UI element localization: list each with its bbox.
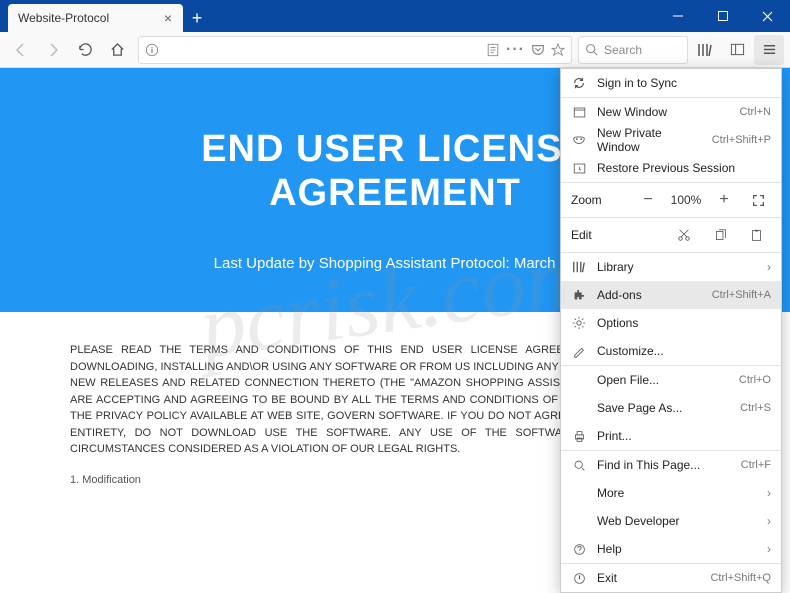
reader-icon[interactable] [486,43,500,57]
library-button[interactable] [690,35,720,65]
menu-label: Library [597,260,757,274]
app-menu-panel: Sign in to Sync New Window Ctrl+N New Pr… [560,68,782,593]
chevron-right-icon: › [767,514,771,528]
menu-label: Sign in to Sync [597,76,771,90]
sync-icon [571,75,587,91]
browser-tab[interactable]: Website-Protocol × [8,4,183,32]
menu-label: Save Page As... [597,401,730,415]
exit-icon [571,570,587,586]
paste-button[interactable] [741,222,771,248]
menu-save-page[interactable]: Save Page As... Ctrl+S [561,394,781,422]
menu-label: Options [597,316,771,330]
mask-icon [571,132,587,148]
menu-label: Add-ons [597,288,702,302]
cut-button[interactable] [669,222,699,248]
menu-zoom: Zoom − 100% + [561,183,781,217]
menu-edit: Edit [561,218,781,252]
shortcut: Ctrl+F [741,459,771,471]
chevron-right-icon: › [767,486,771,500]
shortcut: Ctrl+O [739,374,771,386]
pocket-icon[interactable] [531,43,545,57]
blank-icon [571,485,587,501]
shortcut: Ctrl+Shift+P [712,134,771,146]
help-icon [571,541,587,557]
menu-label: Help [597,542,757,556]
close-tab-icon[interactable]: × [161,11,175,25]
title-line2: AGREEMENT [269,172,521,214]
chevron-right-icon: › [767,542,771,556]
zoom-in-button[interactable]: + [711,187,737,213]
search-bar[interactable]: Search [578,36,688,64]
fullscreen-button[interactable] [745,187,771,213]
menu-new-private[interactable]: New Private Window Ctrl+Shift+P [561,126,781,154]
restore-icon [571,160,587,176]
search-icon [585,43,598,56]
menu-help[interactable]: Help › [561,535,781,563]
minimize-button[interactable] [655,0,700,32]
menu-label: More [597,486,757,500]
blank-icon [571,400,587,416]
menu-options[interactable]: Options [561,309,781,337]
search-placeholder: Search [604,43,642,57]
menu-new-window[interactable]: New Window Ctrl+N [561,98,781,126]
title-line1: END USER LICENSE [201,128,589,170]
menu-sign-in[interactable]: Sign in to Sync [561,69,781,97]
menu-restore-session[interactable]: Restore Previous Session [561,154,781,182]
menu-find[interactable]: Find in This Page... Ctrl+F [561,451,781,479]
menu-exit[interactable]: Exit Ctrl+Shift+Q [561,564,781,592]
blank-icon [571,372,587,388]
url-bar[interactable]: ··· [138,36,572,64]
gear-icon [571,315,587,331]
menu-label: Find in This Page... [597,458,731,472]
browser-toolbar: ··· Search [0,32,790,68]
search-icon [571,457,587,473]
forward-button[interactable] [38,35,68,65]
maximize-button[interactable] [700,0,745,32]
zoom-label: Zoom [571,193,627,207]
page-actions-icon[interactable]: ··· [506,41,525,59]
chevron-right-icon: › [767,260,771,274]
menu-label: Web Developer [597,514,757,528]
shortcut: Ctrl+Shift+Q [710,572,771,584]
shortcut: Ctrl+S [740,402,771,414]
window-icon [571,104,587,120]
info-icon[interactable] [145,43,159,57]
shortcut: Ctrl+Shift+A [712,289,771,301]
tab-title: Website-Protocol [18,11,161,25]
zoom-out-button[interactable]: − [635,187,661,213]
zoom-value: 100% [669,193,703,207]
copy-button[interactable] [705,222,735,248]
back-button[interactable] [6,35,36,65]
menu-label: New Private Window [597,126,702,154]
menu-label: Restore Previous Session [597,161,771,175]
menu-label: Customize... [597,344,771,358]
menu-more[interactable]: More › [561,479,781,507]
sidebar-button[interactable] [722,35,752,65]
edit-label: Edit [571,228,663,242]
shortcut: Ctrl+N [740,106,771,118]
window-titlebar: Website-Protocol × + [0,0,790,32]
menu-print[interactable]: Print... [561,422,781,450]
blank-icon [571,513,587,529]
print-icon [571,428,587,444]
close-window-button[interactable] [745,0,790,32]
menu-customize[interactable]: Customize... [561,337,781,365]
puzzle-icon [571,287,587,303]
menu-label: Open File... [597,373,729,387]
menu-label: New Window [597,105,730,119]
new-tab-button[interactable]: + [183,4,211,32]
menu-label: Print... [597,429,771,443]
menu-web-developer[interactable]: Web Developer › [561,507,781,535]
menu-addons[interactable]: Add-ons Ctrl+Shift+A [561,281,781,309]
menu-label: Exit [597,571,700,585]
reload-button[interactable] [70,35,100,65]
paint-icon [571,343,587,359]
hamburger-menu-button[interactable] [754,35,784,65]
library-icon [571,259,587,275]
home-button[interactable] [102,35,132,65]
menu-library[interactable]: Library › [561,253,781,281]
menu-open-file[interactable]: Open File... Ctrl+O [561,366,781,394]
bookmark-icon[interactable] [551,43,565,57]
